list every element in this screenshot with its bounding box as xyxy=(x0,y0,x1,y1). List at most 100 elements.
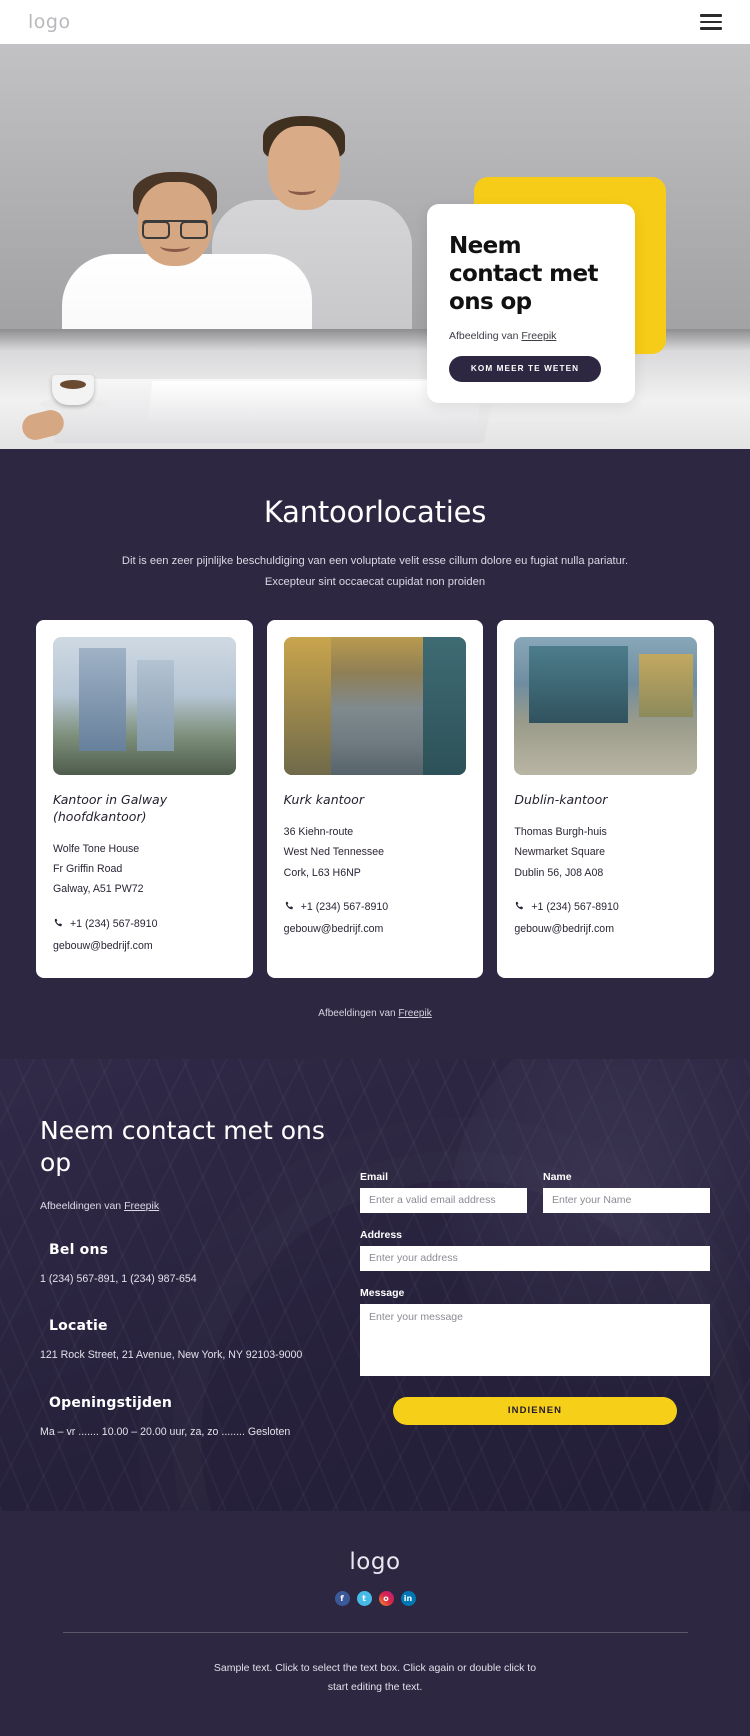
glasses-icon xyxy=(142,220,208,239)
message-textarea[interactable] xyxy=(360,1303,710,1376)
location-title: Locatie xyxy=(49,1318,108,1335)
burger-line xyxy=(700,20,722,24)
location-cards: Kantoor in Galway (hoofdkantoor) Wolfe T… xyxy=(0,620,750,978)
site-footer: logo f t o in Sample text. Click to sele… xyxy=(0,1511,750,1736)
address-field-group: Address xyxy=(360,1229,710,1271)
address-line: Fr Griffin Road xyxy=(53,863,123,876)
location-text: 121 Rock Street, 21 Avenue, New York, NY… xyxy=(40,1349,303,1362)
phone-icon xyxy=(285,901,293,910)
card-phone-row[interactable]: +1 (234) 567-8910 xyxy=(284,897,467,917)
card-phone: +1 (234) 567-8910 xyxy=(70,917,158,930)
hero-credit-link[interactable]: Freepik xyxy=(521,330,556,342)
location-card[interactable]: Dublin-kantoor Thomas Burgh-huis Newmark… xyxy=(497,620,715,978)
footer-text-line-2: start editing the text. xyxy=(327,1680,423,1693)
hero-section: Neem contact met ons op Afbeelding van F… xyxy=(0,44,750,449)
address-line: West Ned Tennessee xyxy=(283,846,384,859)
contact-image-credit: Afbeeldingen van Freepik xyxy=(40,1200,340,1212)
email-input[interactable] xyxy=(360,1187,527,1213)
card-title: Kantoor in Galway (hoofdkantoor) xyxy=(53,792,168,825)
coffee-cup-icon xyxy=(52,375,94,405)
contact-info-column: Neem contact met ons op Afbeeldingen van… xyxy=(40,1115,340,1442)
locations-title: Kantoorlocaties xyxy=(263,495,487,529)
card-contact: +1 (234) 567-8910 gebouw@bedrijf.com xyxy=(53,914,236,956)
instagram-icon[interactable]: o xyxy=(378,1591,394,1607)
card-title: Kurk kantoor xyxy=(283,792,364,808)
person-seated-smile xyxy=(160,240,190,252)
contact-section: Neem contact met ons op Afbeeldingen van… xyxy=(0,1058,750,1512)
email-label: Email xyxy=(360,1170,389,1183)
location-card[interactable]: Kantoor in Galway (hoofdkantoor) Wolfe T… xyxy=(36,620,253,978)
hero-card: Neem contact met ons op Afbeelding van F… xyxy=(427,204,635,403)
linkedin-icon[interactable]: in xyxy=(400,1591,416,1607)
burger-line xyxy=(700,14,722,17)
locations-description-line-2: Excepteur sint occaecat cupidat non proi… xyxy=(264,575,486,588)
message-label: Message xyxy=(360,1286,405,1299)
card-phone: +1 (234) 567-8910 xyxy=(300,900,389,913)
card-contact: +1 (234) 567-8910 gebouw@bedrijf.com xyxy=(284,897,467,939)
footer-divider xyxy=(62,1632,688,1634)
address-line: Cork, L63 H6NP xyxy=(283,866,361,879)
page-root: logo Neem contact met ons op Afbeelding … xyxy=(0,0,750,1736)
card-phone: +1 (234) 567-8910 xyxy=(531,900,619,913)
card-address: Thomas Burgh-huis Newmarket Square Dubli… xyxy=(514,822,697,882)
card-image xyxy=(283,637,467,776)
name-label: Name xyxy=(543,1170,572,1183)
twitter-icon[interactable]: t xyxy=(356,1591,372,1607)
social-links: f t o in xyxy=(0,1591,750,1607)
locations-image-credit: Afbeeldingen van Freepik xyxy=(0,1008,750,1019)
contact-content: Neem contact met ons op Afbeeldingen van… xyxy=(40,1115,710,1442)
card-image xyxy=(53,637,236,776)
locations-description: Dit is een zeer pijnlijke beschuldiging … xyxy=(0,551,750,592)
locations-credit-prefix: Afbeeldingen van xyxy=(318,1007,399,1019)
email-field-group: Email xyxy=(360,1171,527,1213)
call-us-block: Bel ons 1 (234) 567-891, 1 (234) 987-654 xyxy=(40,1242,340,1289)
burger-line xyxy=(700,27,722,30)
locations-credit-link[interactable]: Freepik xyxy=(398,1008,431,1019)
address-line: Galway, A51 PW72 xyxy=(53,883,144,896)
facebook-icon[interactable]: f xyxy=(334,1591,350,1607)
learn-more-button[interactable]: KOM MEER TE WETEN xyxy=(449,356,601,383)
hero-image-credit: Afbeelding van Freepik xyxy=(449,330,613,342)
header-logo[interactable]: logo xyxy=(28,11,71,33)
phone-icon xyxy=(516,901,524,910)
location-block: Locatie 121 Rock Street, 21 Avenue, New … xyxy=(40,1318,340,1365)
person-standing-head xyxy=(268,126,340,210)
card-email[interactable]: gebouw@bedrijf.com xyxy=(53,936,236,956)
contact-credit-prefix: Afbeeldingen van xyxy=(40,1199,125,1212)
address-line: Wolfe Tone House xyxy=(53,843,140,856)
address-input[interactable] xyxy=(360,1245,710,1271)
contact-heading: Neem contact met ons op xyxy=(40,1115,325,1178)
hero-credit-prefix: Afbeelding van xyxy=(449,330,522,343)
hamburger-menu-icon[interactable] xyxy=(700,14,722,30)
hours-text: Ma – vr ....... 10.00 – 20.00 uur, za, z… xyxy=(40,1425,291,1438)
card-address: 36 Kiehn-route West Ned Tennessee Cork, … xyxy=(284,822,467,882)
card-address: Wolfe Tone House Fr Griffin Road Galway,… xyxy=(53,839,236,899)
locations-section: Kantoorlocaties Dit is een zeer pijnlijk… xyxy=(0,449,750,1059)
address-line: Dublin 56, J08 A08 xyxy=(514,866,604,879)
hero-title: Neem contact met ons op xyxy=(449,233,599,316)
contact-credit-link[interactable]: Freepik xyxy=(124,1200,159,1212)
name-input[interactable] xyxy=(543,1187,710,1213)
address-line: Thomas Burgh-huis xyxy=(514,826,607,839)
footer-text-line-1: Sample text. Click to select the text bo… xyxy=(213,1662,537,1675)
submit-button[interactable]: INDIENEN xyxy=(393,1396,677,1425)
card-title: Dublin-kantoor xyxy=(514,792,608,808)
name-field-group: Name xyxy=(543,1171,710,1213)
call-us-text: 1 (234) 567-891, 1 (234) 987-654 xyxy=(40,1272,197,1285)
locations-description-line-1: Dit is een zeer pijnlijke beschuldiging … xyxy=(121,555,629,567)
call-us-title: Bel ons xyxy=(49,1241,109,1258)
hours-block: Openingstijden Ma – vr ....... 10.00 – 2… xyxy=(40,1395,340,1442)
site-header: logo xyxy=(0,0,750,44)
card-email[interactable]: gebouw@bedrijf.com xyxy=(514,919,697,939)
card-phone-row[interactable]: +1 (234) 567-8910 xyxy=(514,897,697,917)
address-line: Newmarket Square xyxy=(514,846,606,859)
card-email[interactable]: gebouw@bedrijf.com xyxy=(284,919,467,939)
location-card[interactable]: Kurk kantoor 36 Kiehn-route West Ned Ten… xyxy=(266,620,484,978)
form-row-email-name: Email Name xyxy=(360,1171,710,1229)
footer-text: Sample text. Click to select the text bo… xyxy=(0,1659,750,1696)
footer-logo[interactable]: logo xyxy=(0,1549,750,1575)
card-phone-row[interactable]: +1 (234) 567-8910 xyxy=(53,914,236,934)
card-contact: +1 (234) 567-8910 gebouw@bedrijf.com xyxy=(514,897,697,939)
card-image xyxy=(514,637,698,776)
message-field-group: Message xyxy=(360,1287,710,1381)
